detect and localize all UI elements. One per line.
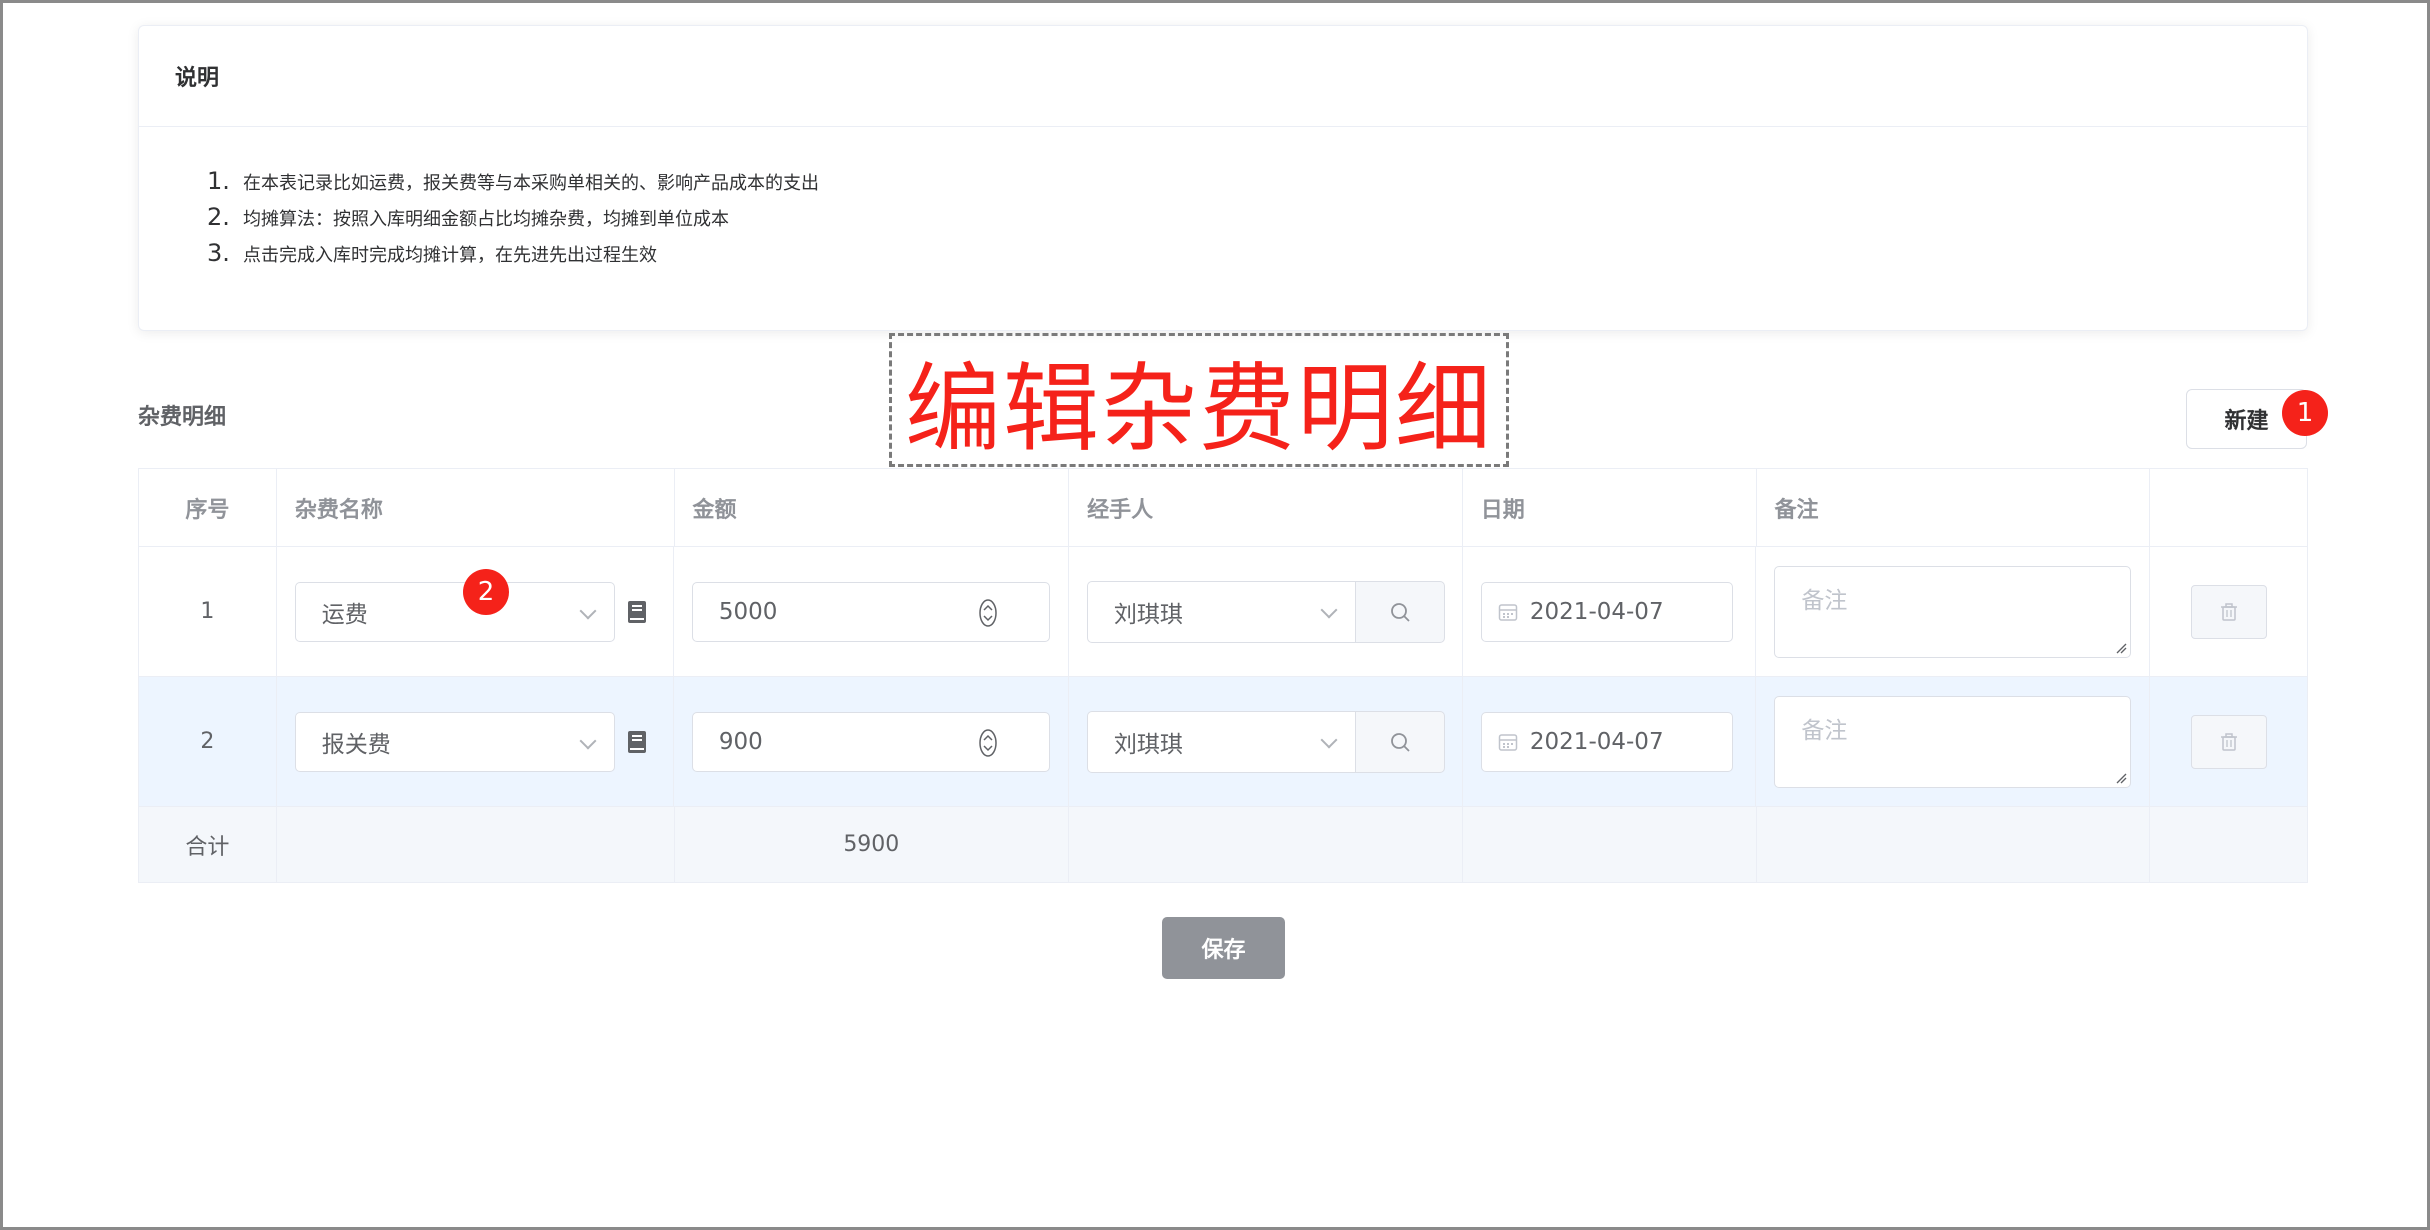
handler-field: 刘琪琪	[1086, 710, 1445, 773]
fee-name-value: 报关费	[321, 731, 391, 758]
column-header-actions	[2150, 469, 2307, 546]
handler-select[interactable]: 刘琪琪	[1086, 710, 1355, 773]
summary-row: 合计 5900	[139, 807, 2307, 882]
handler-field: 刘琪琪	[1086, 580, 1445, 643]
annotation-callout: 编辑杂费明细	[889, 333, 1509, 467]
chevron-down-icon	[1320, 731, 1338, 748]
resize-handle-icon[interactable]	[2115, 642, 2127, 654]
stepper-icon[interactable]	[979, 728, 997, 757]
remark-textarea[interactable]: 备注	[1774, 565, 2132, 658]
amount-total: 5900	[843, 832, 900, 857]
row-index: 2	[139, 677, 277, 806]
trash-icon	[2220, 602, 2237, 621]
search-icon	[1391, 732, 1410, 752]
amount-input[interactable]: 5000	[691, 581, 1050, 642]
summary-label: 合计	[139, 807, 277, 882]
notes-item: 2. 均摊算法：按照入库明细金额占比均摊杂费，均摊到单位成本	[207, 203, 729, 231]
notes-item: 3. 点击完成入库时完成均摊计算，在先进先出过程生效	[207, 239, 657, 267]
row-index: 1	[139, 547, 277, 676]
column-header-amount: 金额	[675, 469, 1070, 546]
column-header-handler: 经手人	[1069, 469, 1463, 546]
fee-name-value: 运费	[321, 601, 368, 628]
step-badge-1: 1	[2282, 390, 2328, 436]
remark-placeholder: 备注	[1801, 717, 1848, 744]
window-frame: 说明 1. 在本表记录比如运费，报关费等与本采购单相关的、影响产品成本的支出 2…	[0, 0, 2430, 1230]
delete-row-button[interactable]	[2190, 584, 2267, 639]
date-value: 2021-04-07	[1529, 598, 1664, 625]
notes-item-text: 在本表记录比如运费，报关费等与本采购单相关的、影响产品成本的支出	[243, 173, 819, 194]
section-title: 杂费明细	[138, 405, 227, 430]
chevron-down-icon	[1320, 601, 1338, 618]
notes-item: 1. 在本表记录比如运费，报关费等与本采购单相关的、影响产品成本的支出	[207, 167, 819, 195]
table-header: 序号 杂费名称 金额 经手人 日期 备注	[139, 469, 2307, 547]
notes-item-text: 点击完成入库时完成均摊计算，在先进先出过程生效	[243, 245, 657, 266]
handler-search-button[interactable]	[1354, 710, 1445, 773]
book-icon[interactable]	[627, 600, 647, 624]
amount-value: 5000	[718, 598, 778, 625]
handler-select[interactable]: 刘琪琪	[1086, 580, 1355, 643]
fee-name-select[interactable]: 报关费	[294, 711, 615, 772]
amount-value: 900	[718, 728, 763, 755]
column-header-fee-name: 杂费名称	[277, 469, 675, 546]
notes-list: 1. 在本表记录比如运费，报关费等与本采购单相关的、影响产品成本的支出 2. 均…	[207, 167, 2307, 275]
resize-handle-icon[interactable]	[2115, 772, 2127, 784]
date-picker[interactable]: 2021-04-07	[1480, 581, 1733, 642]
chevron-down-icon	[579, 602, 597, 619]
table-row: 2 报关费 900 刘琪琪 2021-04-07 备注	[139, 677, 2307, 807]
delete-row-button[interactable]	[2190, 714, 2267, 769]
fee-table: 序号 杂费名称 金额 经手人 日期 备注 1 运费 5000 刘琪琪 2021-…	[138, 468, 2308, 883]
column-header-date: 日期	[1463, 469, 1757, 546]
handler-value: 刘琪琪	[1113, 731, 1183, 758]
stepper-icon[interactable]	[979, 598, 997, 627]
fee-name-select[interactable]: 运费	[294, 581, 615, 642]
remark-placeholder: 备注	[1801, 587, 1848, 614]
handler-search-button[interactable]	[1354, 580, 1445, 643]
notes-card: 说明 1. 在本表记录比如运费，报关费等与本采购单相关的、影响产品成本的支出 2…	[138, 25, 2308, 331]
date-picker[interactable]: 2021-04-07	[1480, 711, 1733, 772]
column-header-index: 序号	[139, 469, 277, 546]
notes-item-text: 均摊算法：按照入库明细金额占比均摊杂费，均摊到单位成本	[243, 209, 729, 230]
table-row: 1 运费 5000 刘琪琪 2021-04-07 备注	[139, 547, 2307, 677]
column-header-remark: 备注	[1757, 469, 2151, 546]
chevron-down-icon	[579, 732, 597, 749]
step-badge-2: 2	[463, 569, 509, 615]
calendar-icon	[1498, 733, 1518, 751]
handler-value: 刘琪琪	[1113, 601, 1183, 628]
remark-textarea[interactable]: 备注	[1774, 695, 2132, 788]
trash-icon	[2220, 732, 2237, 751]
save-button[interactable]: 保存	[1162, 917, 1285, 979]
calendar-icon	[1498, 603, 1518, 621]
book-icon[interactable]	[627, 730, 647, 754]
notes-card-title: 说明	[139, 26, 2307, 127]
search-icon	[1391, 602, 1410, 622]
amount-input[interactable]: 900	[691, 711, 1050, 772]
date-value: 2021-04-07	[1529, 728, 1664, 755]
